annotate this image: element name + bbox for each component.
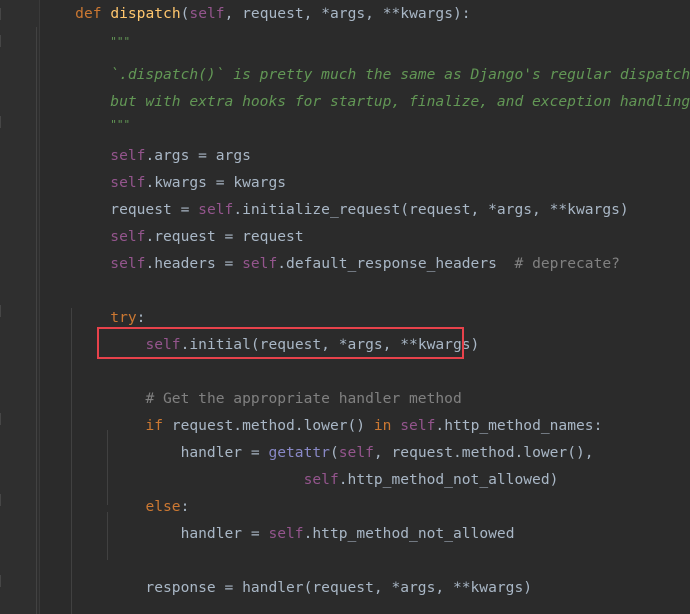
code-token-kw: try: [110, 309, 137, 326]
code-line[interactable]: try:: [40, 304, 145, 331]
code-line[interactable]: # Get the appropriate handler method: [40, 385, 462, 412]
code-token-kw: if: [145, 417, 164, 434]
code-token-plain: handler =: [40, 444, 269, 461]
code-token-kw: def: [75, 5, 102, 22]
code-token-plain: , request.method.lower(),: [373, 444, 594, 461]
code-token-plain: handler =: [40, 525, 269, 542]
code-token-self: self: [303, 471, 339, 488]
code-fold-marker[interactable]: ]: [0, 116, 9, 129]
code-token-kw: in: [373, 417, 392, 434]
code-token-plain: .http_method_not_allowed): [338, 471, 559, 488]
code-token-fn: dispatch: [110, 5, 181, 22]
code-token-docq: """: [110, 35, 131, 48]
code-token-kw: else: [145, 498, 181, 515]
code-token-plain: , request, *args, **kwargs):: [224, 5, 471, 22]
code-fold-marker[interactable]: ]: [0, 413, 9, 426]
code-token-self: self: [198, 201, 234, 218]
code-token-self: self: [268, 525, 304, 542]
code-token-plain: .initialize_request(request, *args, **kw…: [233, 201, 629, 218]
code-token-plain: .initial(request, *args, **kwargs): [180, 336, 480, 353]
code-token-self: self: [189, 5, 225, 22]
code-line[interactable]: def dispatch(self, request, *args, **kwa…: [40, 0, 471, 27]
code-token-plain: .request = request: [145, 228, 304, 245]
code-token-plain: .kwargs = kwargs: [145, 174, 287, 191]
code-token-docq: """: [110, 118, 131, 131]
code-line[interactable]: handler = getattr(self, request.method.l…: [40, 439, 594, 466]
code-line[interactable]: self.request = request: [40, 223, 304, 250]
code-line[interactable]: self.headers = self.default_response_hea…: [40, 250, 620, 277]
code-line[interactable]: """: [40, 27, 130, 54]
code-line[interactable]: self.http_method_not_allowed): [40, 466, 559, 493]
code-content[interactable]: def dispatch(self, request, *args, **kwa…: [40, 0, 690, 614]
code-token-self: self: [145, 336, 181, 353]
code-fold-marker[interactable]: ]: [0, 35, 9, 48]
code-token-self: self: [242, 255, 278, 272]
code-token-punc: (: [329, 444, 339, 461]
code-token-self: self: [110, 147, 146, 164]
code-line[interactable]: response = handler(request, *args, **kwa…: [40, 574, 532, 601]
code-token-plain: .http_method_not_allowed: [303, 525, 515, 542]
code-token-plain: .headers =: [145, 255, 243, 272]
code-token-punc: :: [136, 309, 146, 326]
code-fold-marker[interactable]: ]: [0, 305, 9, 318]
code-line[interactable]: self.kwargs = kwargs: [40, 169, 286, 196]
code-fold-marker[interactable]: ]: [0, 8, 9, 21]
code-token-plain: .default_response_headers: [277, 255, 515, 272]
code-line[interactable]: """: [40, 110, 130, 137]
code-line[interactable]: self.args = args: [40, 142, 251, 169]
code-token-self: self: [110, 228, 146, 245]
code-line[interactable]: if request.method.lower() in self.http_m…: [40, 412, 602, 439]
code-line[interactable]: handler = self.http_method_not_allowed: [40, 520, 515, 547]
code-token-self: self: [400, 417, 436, 434]
code-fold-marker[interactable]: ]: [0, 575, 9, 588]
code-token-comment: # Get the appropriate handler method: [145, 390, 462, 407]
code-token-punc: :: [180, 498, 190, 515]
code-fold-marker[interactable]: ]: [0, 494, 9, 507]
code-token-plain: response = handler(request, *args, **kwa…: [40, 579, 533, 596]
code-token-self: self: [338, 444, 374, 461]
code-token-builtin: getattr: [268, 444, 330, 461]
code-line[interactable]: self.initial(request, *args, **kwargs): [40, 331, 479, 358]
code-editor-pane[interactable]: ]]]]]]] def dispatch(self, request, *arg…: [0, 0, 690, 614]
code-line[interactable]: but with extra hooks for startup, finali…: [40, 88, 690, 115]
code-line[interactable]: request = self.initialize_request(reques…: [40, 196, 629, 223]
code-line[interactable]: else:: [40, 493, 189, 520]
code-line[interactable]: `.dispatch()` is pretty much the same as…: [40, 61, 690, 88]
code-token-doc: `.dispatch()` is pretty much the same as…: [40, 66, 690, 83]
code-token-plain: .http_method_names:: [435, 417, 603, 434]
code-token-self: self: [110, 174, 146, 191]
indent-guide: [36, 27, 37, 614]
code-token-comment: # deprecate?: [514, 255, 620, 272]
code-token-plain: .args = args: [145, 147, 251, 164]
code-token-plain: request =: [40, 201, 199, 218]
code-token-plain: request.method.lower(): [163, 417, 374, 434]
code-token-doc: but with extra hooks for startup, finali…: [40, 93, 690, 110]
code-token-self: self: [110, 255, 146, 272]
